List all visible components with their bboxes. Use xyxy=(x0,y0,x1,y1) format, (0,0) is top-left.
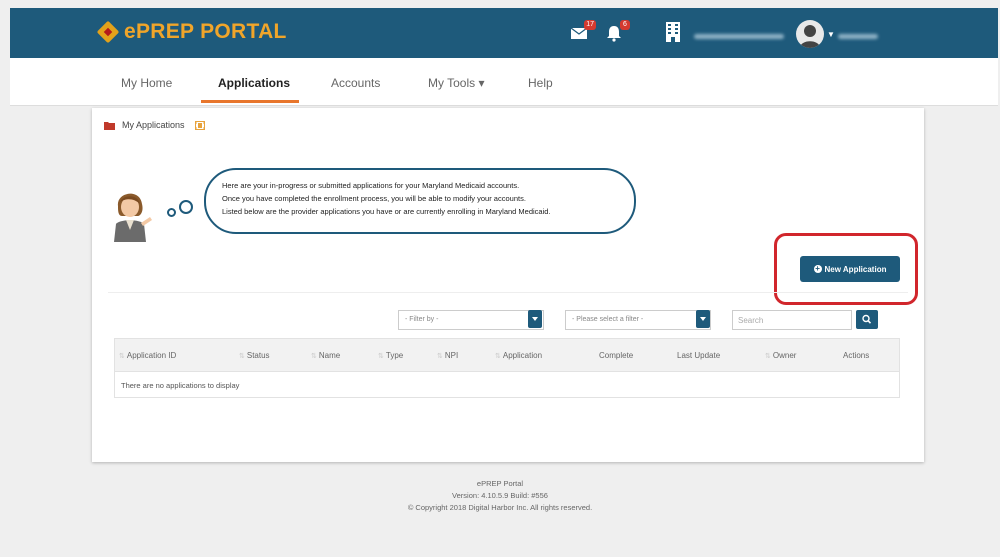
nav-applications[interactable]: Applications xyxy=(218,76,290,90)
column-header[interactable]: ⇅ NPI xyxy=(437,351,458,360)
bubble-line: Here are your in-progress or submitted a… xyxy=(222,181,520,190)
alerts-badge: 6 xyxy=(620,20,630,30)
footer-version: Version: 4.10.5.9 Build: #556 xyxy=(452,491,548,500)
column-header[interactable]: ⇅ Owner xyxy=(765,351,796,360)
search-icon xyxy=(862,314,872,324)
assistant-character-illustration xyxy=(114,193,152,242)
footer-title: ePREP Portal xyxy=(476,479,524,488)
main-nav: My Home Applications Accounts My Tools ▾… xyxy=(10,58,998,106)
nav-my-home[interactable]: My Home xyxy=(121,76,172,90)
breadcrumb-label[interactable]: My Applications xyxy=(122,120,185,130)
table-row: There are no applications to display xyxy=(114,372,900,398)
bubble-line: Listed below are the provider applicatio… xyxy=(222,207,551,216)
column-header: Actions xyxy=(843,351,870,360)
messages-button[interactable]: 17 xyxy=(570,20,596,42)
column-header: Complete xyxy=(599,351,634,360)
column-header[interactable]: ⇅ Application ID xyxy=(119,351,176,360)
footer-copyright: © Copyright 2018 Digital Harbor Inc. All… xyxy=(407,503,593,512)
search-input[interactable]: Search xyxy=(732,310,852,330)
new-application-button[interactable]: + New Application xyxy=(800,256,900,282)
column-header[interactable]: ⇅ Type xyxy=(378,351,403,360)
divider xyxy=(108,292,908,293)
top-bar: ePREP PORTAL 17 6 ▼ xyxy=(10,8,998,58)
filter-by-dropdown-button[interactable] xyxy=(528,310,542,328)
filter-by-select[interactable]: - Filter by - xyxy=(398,310,544,330)
applications-table-header: ⇅ Application ID ⇅ Status ⇅ Name ⇅ Type ⇅ NPI… xyxy=(114,338,900,372)
column-header[interactable]: ⇅ Name xyxy=(311,351,340,360)
bubble-line: Once you have completed the enrollment p… xyxy=(222,194,526,203)
filter-value-dropdown-button[interactable] xyxy=(696,310,710,328)
nav-my-tools[interactable]: My Tools ▾ xyxy=(428,76,484,90)
alerts-button[interactable]: 6 xyxy=(604,20,630,42)
column-header: Last Update xyxy=(677,351,721,360)
plus-circle-icon: + xyxy=(813,264,822,273)
video-icon[interactable] xyxy=(194,120,205,130)
footer: ePREP Portal Version: 4.10.5.9 Build: #5… xyxy=(0,478,1000,514)
building-icon[interactable] xyxy=(665,21,681,43)
messages-badge: 17 xyxy=(584,20,596,30)
user-name-redacted xyxy=(838,34,878,39)
logo-text: ePREP PORTAL xyxy=(124,20,287,43)
folder-icon xyxy=(104,121,115,130)
organization-name-redacted xyxy=(694,34,784,39)
user-icon xyxy=(800,25,820,48)
nav-help[interactable]: Help xyxy=(528,76,553,90)
info-thought-bubble: Here are your in-progress or submitted a… xyxy=(204,168,636,234)
new-application-label: New Application xyxy=(824,264,887,274)
active-tab-indicator xyxy=(201,100,299,103)
user-avatar[interactable] xyxy=(796,20,824,48)
maryland-flag-icon xyxy=(98,22,118,42)
portal-logo[interactable]: ePREP PORTAL xyxy=(98,20,287,44)
chevron-down-icon[interactable]: ▼ xyxy=(827,30,835,39)
column-header[interactable]: ⇅ Application xyxy=(495,351,542,360)
filter-value-select[interactable]: - Please select a filter - xyxy=(565,310,711,330)
empty-table-message: There are no applications to display xyxy=(121,381,240,390)
thought-dot-large xyxy=(179,200,193,214)
thought-dot-small xyxy=(167,208,176,217)
applications-panel: My Applications Here are your in-progres… xyxy=(92,108,924,462)
nav-accounts[interactable]: Accounts xyxy=(331,76,380,90)
column-header[interactable]: ⇅ Status xyxy=(239,351,270,360)
search-button[interactable] xyxy=(856,310,878,329)
breadcrumb: My Applications xyxy=(104,120,205,130)
